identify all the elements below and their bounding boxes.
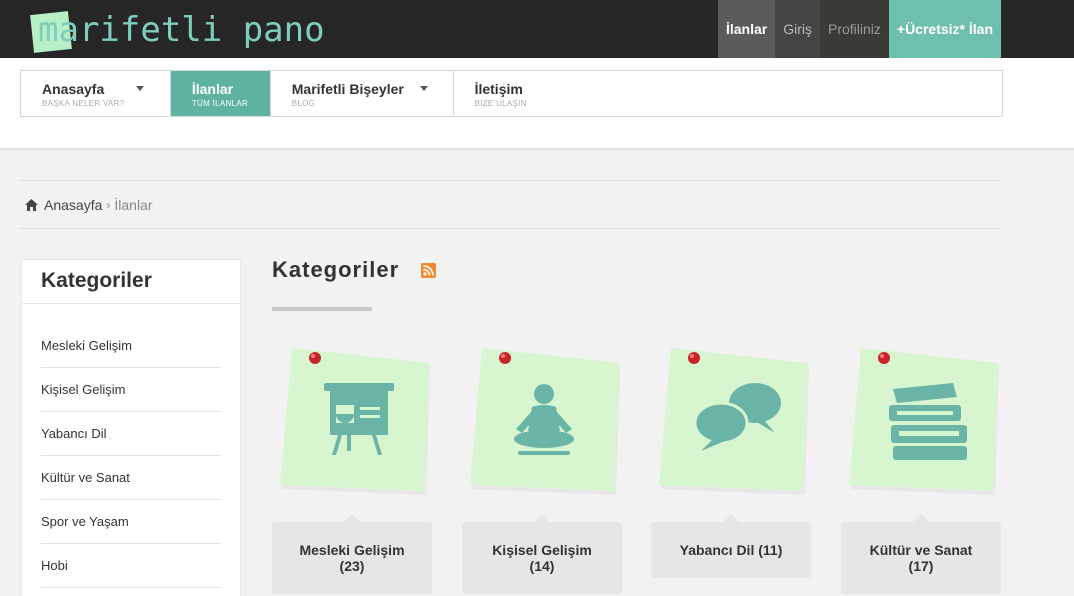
sidebar-item: Yabancı Dil [41, 412, 221, 456]
menu-item-title: Marifetli Bişeyler [291, 81, 404, 97]
sidebar-item: Spor ve Yaşam [41, 500, 221, 544]
topnav-ilanlar[interactable]: İlanlar [717, 0, 776, 58]
top-bar: marifetli pano İlanlar Giriş Profiliniz … [0, 0, 1074, 58]
category-sidebar: Kategoriler Mesleki Gelişim Kişisel Geli… [21, 259, 241, 596]
sidebar-title: Kategoriler [22, 260, 240, 304]
sidebar-item: Kültür ve Sanat [41, 456, 221, 500]
sidebar-item: Hobi [41, 544, 221, 588]
sticky-note [280, 348, 430, 495]
category-label[interactable]: Kişisel Gelişim (14) [462, 522, 622, 594]
divider [20, 180, 1002, 181]
category-card[interactable]: Kültür ve Sanat (17) [841, 345, 1003, 596]
breadcrumb-current: İlanlar [114, 197, 153, 213]
menu-item-title: Anasayfa [42, 81, 105, 97]
caret-down-icon [419, 86, 428, 91]
sidebar-item-link[interactable]: Yabancı Dil [41, 426, 107, 441]
sidebar-item: Kişisel Gelişim [41, 368, 221, 412]
sidebar-item-link[interactable]: Hobi [41, 558, 68, 573]
category-count: (11) [758, 542, 783, 558]
home-icon [25, 199, 38, 211]
sidebar-item-link[interactable]: Kişisel Gelişim [41, 382, 126, 397]
category-name: Yabancı Dil [679, 542, 755, 558]
menu-item-iletisim[interactable]: İletişim BİZE ULAŞIN [454, 71, 1002, 116]
menu-item-marifetli-biseyler[interactable]: Marifetli Bişeyler BLOG [271, 71, 454, 116]
category-card[interactable]: Mesleki Gelişim (23) [272, 345, 434, 596]
label-pointer [723, 514, 739, 522]
category-card[interactable]: Yabancı Dil (11) [651, 345, 813, 596]
topnav-profiliniz[interactable]: Profiliniz [819, 0, 889, 58]
sticky-note [849, 348, 999, 495]
page-title: Kategoriler [272, 257, 400, 282]
label-pointer [913, 514, 929, 522]
menu-band: Anasayfa BAŞKA NELER VAR? İlanlar TÜM İL… [0, 58, 1074, 150]
category-label[interactable]: Yabancı Dil (11) [651, 522, 811, 578]
label-pointer [344, 514, 360, 522]
divider [20, 228, 1002, 229]
sidebar-item-link[interactable]: Mesleki Gelişim [41, 338, 132, 353]
menu-item-title: İletişim [474, 81, 523, 97]
sidebar-category-list: Mesleki Gelişim Kişisel Gelişim Yabancı … [22, 304, 240, 588]
label-pointer [534, 514, 550, 522]
category-count: (17) [908, 558, 934, 574]
sticky-note [659, 348, 809, 495]
category-count: (14) [529, 558, 555, 574]
logo-text: marifetli pano [38, 10, 325, 50]
category-name: Kültür ve Sanat [869, 542, 973, 558]
sidebar-item-link[interactable]: Spor ve Yaşam [41, 514, 129, 529]
menu-item-subtitle: BAŞKA NELER VAR? [42, 99, 125, 108]
breadcrumb: Anasayfa › İlanlar [25, 196, 153, 214]
menu-item-anasayfa[interactable]: Anasayfa BAŞKA NELER VAR? [21, 71, 171, 116]
heading-underline [272, 307, 372, 311]
sidebar-item: Mesleki Gelişim [41, 324, 221, 368]
top-nav: İlanlar Giriş Profiliniz +Ücretsiz* İlan [717, 0, 1001, 58]
menu-item-subtitle: TÜM İLANLAR [191, 99, 249, 108]
rss-icon[interactable] [421, 263, 436, 278]
menu-item-subtitle: BLOG [291, 99, 316, 108]
menu-item-ilanlar[interactable]: İlanlar TÜM İLANLAR [170, 71, 271, 116]
category-name: Mesleki Gelişim [299, 542, 405, 558]
breadcrumb-separator: › [106, 198, 111, 212]
topnav-giris[interactable]: Giriş [775, 0, 820, 58]
pin-icon [878, 352, 890, 364]
pin-icon [499, 352, 511, 364]
menu-item-subtitle: BİZE ULAŞIN [474, 99, 527, 108]
sidebar-item-link[interactable]: Kültür ve Sanat [41, 470, 130, 485]
topnav-free-ad-button[interactable]: +Ücretsiz* İlan [888, 0, 1001, 58]
breadcrumb-home-link[interactable]: Anasayfa [44, 197, 102, 213]
category-name: Kişisel Gelişim [492, 542, 592, 558]
main-menu: Anasayfa BAŞKA NELER VAR? İlanlar TÜM İL… [20, 70, 1003, 117]
caret-down-icon [136, 86, 144, 91]
sticky-note [470, 348, 620, 495]
category-label[interactable]: Mesleki Gelişim (23) [272, 522, 432, 594]
category-card[interactable]: Kişisel Gelişim (14) [462, 345, 624, 596]
pin-icon [688, 352, 700, 364]
category-label[interactable]: Kültür ve Sanat (17) [841, 522, 1001, 594]
menu-item-title: İlanlar [191, 81, 234, 97]
pin-icon [309, 352, 321, 364]
category-count: (23) [339, 558, 365, 574]
